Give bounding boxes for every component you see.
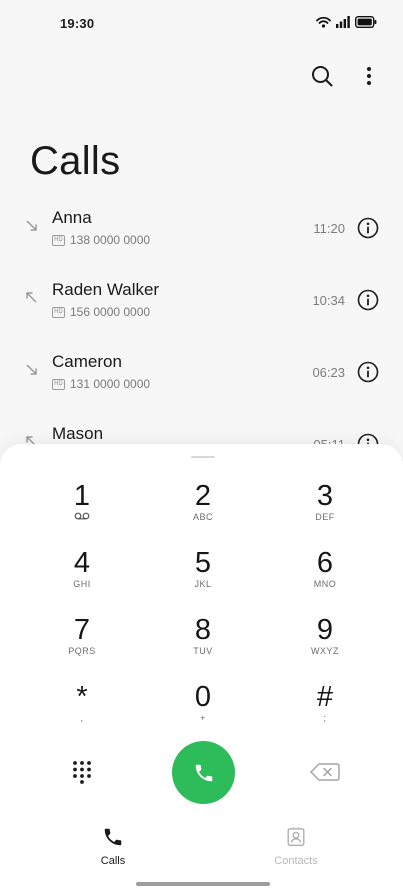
info-icon[interactable] [357, 361, 379, 383]
call-time: 06:23 [312, 365, 345, 380]
wifi-icon [316, 16, 331, 28]
call-log-list: Anna HD 138 0000 0000 11:20 Raden Walker… [0, 196, 403, 446]
signal-icon [336, 16, 350, 28]
caller-number: 138 0000 0000 [70, 233, 151, 247]
tab-contacts-label: Contacts [274, 855, 318, 867]
home-indicator[interactable] [136, 882, 270, 886]
call-time: 11:20 [313, 221, 345, 236]
dialpad-toggle-icon[interactable] [70, 760, 94, 784]
contacts-icon [287, 827, 305, 846]
sheet-drag-handle[interactable] [191, 456, 215, 458]
caller-name: Mason [52, 424, 104, 443]
battery-icon [355, 16, 377, 28]
call-log-row[interactable]: Cameron HD 131 0000 0000 06:23 [0, 340, 403, 412]
status-time: 19:30 [60, 16, 95, 31]
incoming-call-icon [26, 220, 37, 231]
dial-key-1[interactable]: 1 [34, 480, 130, 536]
caller-number: 131 0000 0000 [70, 377, 151, 391]
hd-badge: HD [52, 234, 65, 246]
tab-contacts[interactable]: Contacts [251, 822, 341, 867]
info-icon[interactable] [357, 289, 379, 311]
call-log-row[interactable]: Raden Walker HD 156 0000 0000 10:34 [0, 268, 403, 340]
caller-number: 156 0000 0000 [70, 305, 151, 319]
dial-key-7[interactable]: 7 PQRS [34, 614, 130, 670]
more-vertical-icon [367, 67, 371, 85]
caller-name: Anna [52, 208, 92, 227]
dialpad-sheet: 1 2 ABC 3 DEF 4 GHI 5 JKL 6 MNO 7 PQRS 8… [0, 444, 403, 894]
call-button[interactable] [172, 741, 235, 804]
call-time: 10:34 [312, 293, 345, 308]
hd-badge: HD [52, 378, 65, 390]
status-icons [316, 15, 377, 29]
dial-key-hash[interactable]: # ; [277, 681, 373, 737]
tab-calls[interactable]: Calls [68, 822, 158, 867]
voicemail-icon [74, 512, 90, 520]
dial-key-3[interactable]: 3 DEF [277, 480, 373, 536]
caller-name: Raden Walker [52, 280, 160, 299]
outgoing-call-icon [26, 292, 37, 303]
search-icon [312, 66, 333, 87]
dial-key-9[interactable]: 9 WXYZ [277, 614, 373, 670]
dial-key-0[interactable]: 0 + [155, 681, 251, 737]
phone-icon [195, 764, 212, 781]
search-button[interactable] [308, 62, 336, 90]
page-title: Calls [30, 138, 121, 183]
hd-badge: HD [52, 306, 65, 318]
dial-key-2[interactable]: 2 ABC [155, 480, 251, 536]
status-bar: 19:30 [0, 0, 403, 44]
tab-calls-label: Calls [100, 855, 126, 867]
dial-key-6[interactable]: 6 MNO [277, 547, 373, 603]
caller-name: Cameron [52, 352, 122, 371]
dial-key-8[interactable]: 8 TUV [155, 614, 251, 670]
backspace-icon[interactable] [310, 762, 340, 782]
call-log-row[interactable]: Anna HD 138 0000 0000 11:20 [0, 196, 403, 268]
more-options-button[interactable] [355, 62, 383, 90]
call-log-row[interactable]: Mason 05:11 [0, 412, 403, 446]
phone-icon [104, 828, 122, 846]
dial-key-5[interactable]: 5 JKL [155, 547, 251, 603]
dial-key-4[interactable]: 4 GHI [34, 547, 130, 603]
info-icon[interactable] [357, 217, 379, 239]
bottom-navigation: Calls Contacts [0, 822, 403, 872]
dial-key-star[interactable]: * , [34, 681, 130, 737]
incoming-call-icon [26, 364, 37, 375]
